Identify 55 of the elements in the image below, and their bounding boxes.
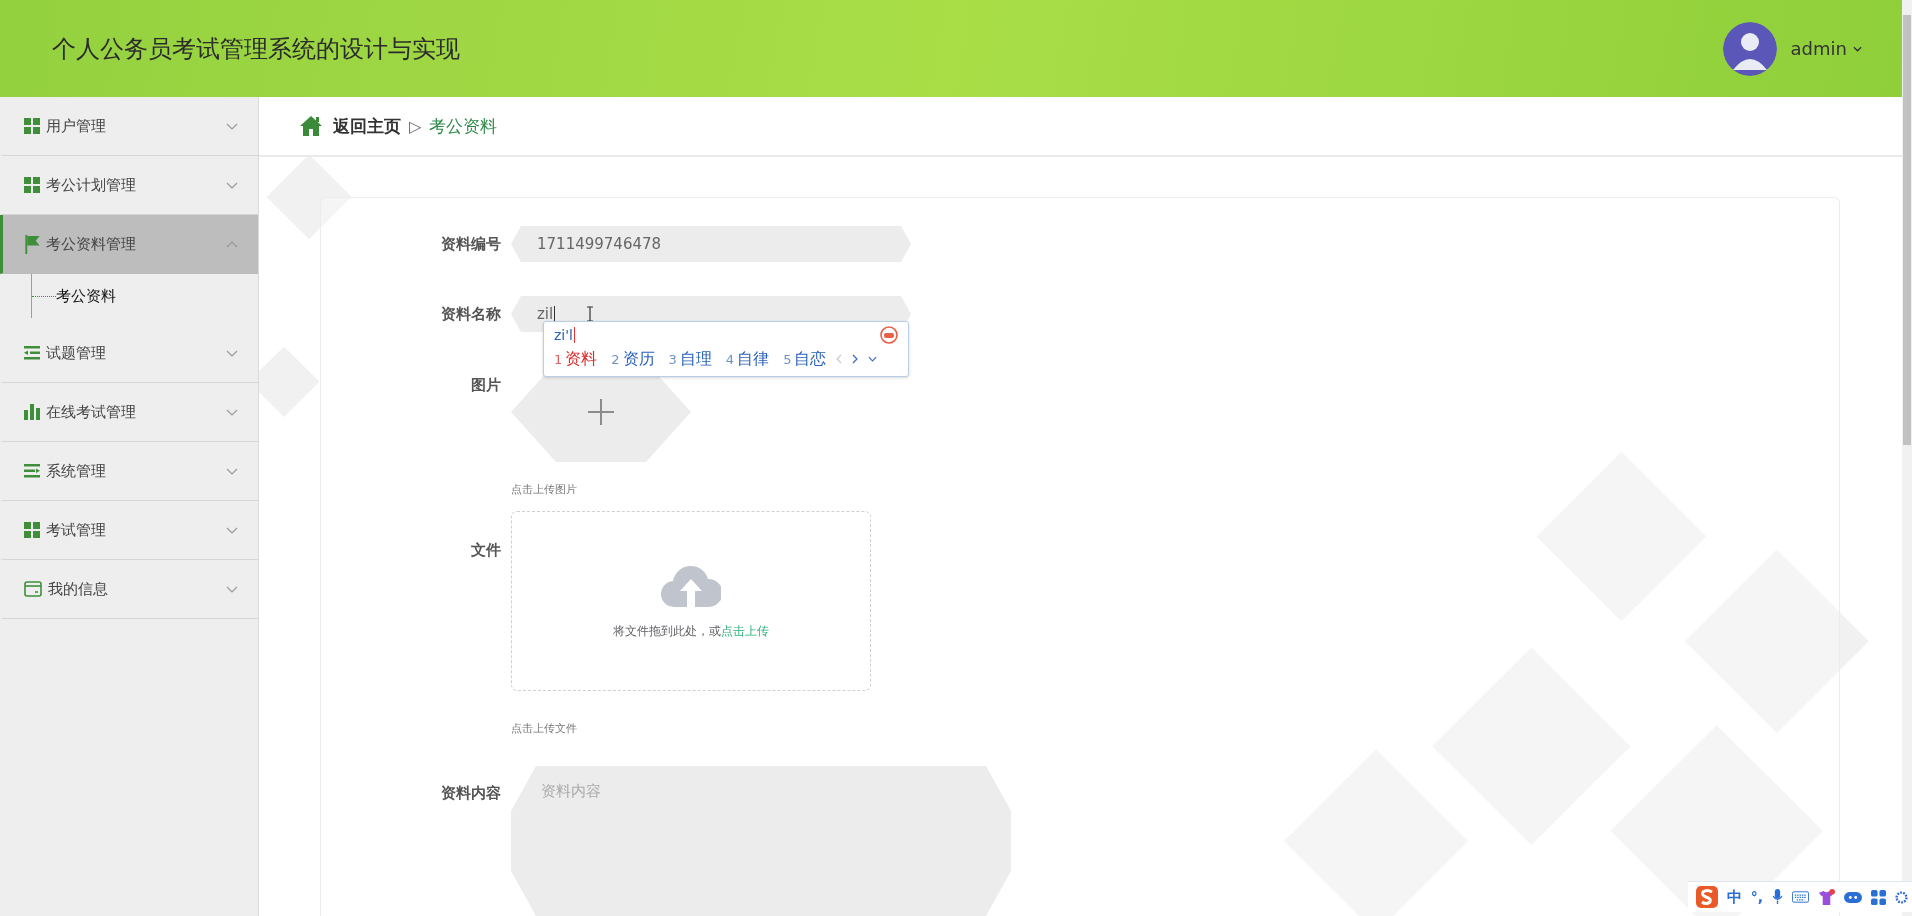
- expand-icon[interactable]: [868, 356, 878, 362]
- gear-icon[interactable]: [1895, 889, 1908, 905]
- grid-icon: [24, 177, 40, 193]
- sidebar-item[interactable]: 用户管理: [0, 97, 258, 156]
- dropzone-text: 将文件拖到此处，或点击上传: [613, 622, 769, 640]
- microphone-icon[interactable]: [1772, 889, 1783, 905]
- field-label: 资料名称: [440, 304, 502, 325]
- file-dropzone[interactable]: 将文件拖到此处，或点击上传: [511, 511, 871, 691]
- card-icon: [24, 581, 42, 597]
- submenu-item[interactable]: 考公资料: [56, 286, 116, 306]
- field-label: 资料编号: [440, 234, 502, 255]
- upload-hint: 点击上传文件: [511, 721, 577, 736]
- ime-composition: zi'l: [554, 327, 575, 343]
- gamepad-icon[interactable]: [1844, 890, 1862, 904]
- sogou-logo-icon[interactable]: [1695, 886, 1718, 908]
- sidebar-item[interactable]: 在线考试管理: [0, 383, 258, 442]
- grid-icon: [24, 118, 40, 134]
- ime-candidate[interactable]: 2 资历: [611, 348, 655, 370]
- grid-icon[interactable]: [1871, 889, 1886, 905]
- sidebar-item[interactable]: 我的信息: [0, 560, 258, 619]
- sidebar-item[interactable]: 系统管理: [0, 442, 258, 501]
- field-label: 资料内容: [440, 783, 502, 804]
- punctuation-toggle[interactable]: °,: [1750, 889, 1763, 905]
- ime-candidate[interactable]: 1 资料: [554, 348, 598, 370]
- input-field[interactable]: 1711499746478: [511, 226, 911, 262]
- field-label: 图片: [470, 375, 502, 396]
- shirt-icon[interactable]: [1818, 888, 1835, 906]
- sidebar-item[interactable]: 考试管理: [0, 501, 258, 560]
- ime-candidate[interactable]: 4 自律: [725, 348, 770, 370]
- breadcrumb-separator: ▷: [409, 116, 422, 136]
- text-cursor-icon: [586, 306, 594, 322]
- plus-icon: [588, 399, 614, 425]
- app-title: 个人公务员考试管理系统的设计与实现: [52, 33, 460, 65]
- keyboard-icon[interactable]: [1792, 891, 1809, 903]
- sidebar-item[interactable]: 考公资料管理: [0, 215, 258, 274]
- bar-chart-icon: [24, 404, 40, 420]
- sidebar-item[interactable]: 试题管理: [0, 324, 258, 383]
- home-link[interactable]: 返回主页: [333, 114, 401, 138]
- caret-icon: [1853, 45, 1862, 52]
- field-label: 文件: [470, 540, 502, 561]
- upload-hint: 点击上传图片: [511, 482, 577, 497]
- breadcrumb-current: 考公资料: [429, 114, 498, 138]
- textarea-field[interactable]: 资料内容: [511, 766, 1011, 916]
- menu-icon: [24, 464, 40, 478]
- ime-candidate[interactable]: 3 自理: [668, 348, 712, 370]
- ime-candidate[interactable]: 5 自恋: [783, 348, 827, 370]
- avatar-icon[interactable]: [1722, 21, 1777, 76]
- home-icon[interactable]: [299, 115, 323, 137]
- grid-icon: [24, 522, 40, 538]
- scrollbar[interactable]: [1902, 0, 1912, 916]
- input-mode-toggle[interactable]: 中: [1726, 887, 1742, 907]
- list-icon: [24, 346, 40, 360]
- next-page-icon[interactable]: [852, 354, 859, 364]
- flag-icon: [24, 234, 40, 254]
- user-menu[interactable]: admin: [1790, 38, 1862, 59]
